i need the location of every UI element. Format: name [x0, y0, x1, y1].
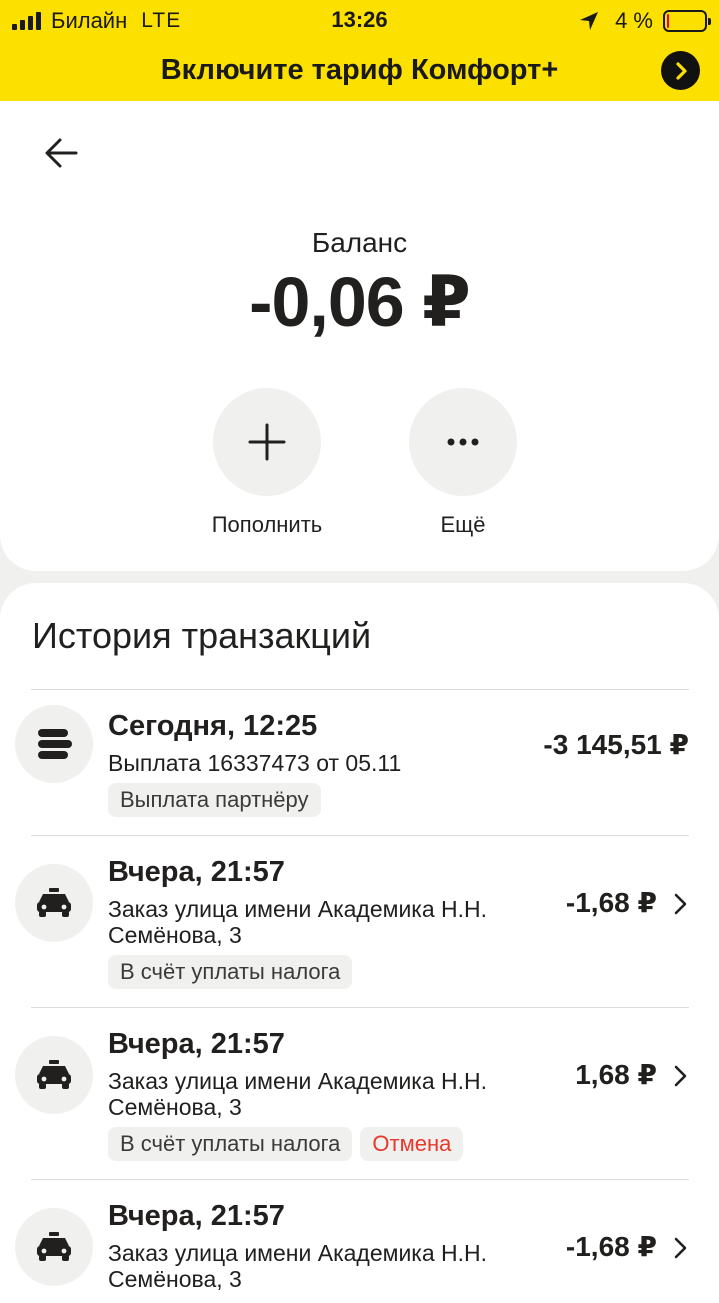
- plus-icon: [248, 423, 286, 461]
- transaction-tag: Выплата партнёру: [108, 783, 321, 817]
- transaction-history-card: История транзакций Сегодня, 12:25 Выплат…: [0, 583, 719, 1303]
- transaction-amount: 1,68 ₽: [575, 1059, 657, 1090]
- transaction-tags: В счёт уплаты налога Отмена: [108, 1127, 464, 1161]
- transaction-row[interactable]: Сегодня, 12:25 Выплата 16337473 от 05.11…: [15, 689, 689, 835]
- transaction-tags: В счёт уплаты налога: [108, 955, 353, 989]
- transaction-tag: В счёт уплаты налога: [108, 955, 353, 989]
- arrow-left-icon: [45, 138, 78, 168]
- wallet-icon: [15, 705, 93, 783]
- taxi-icon: [15, 864, 93, 942]
- transaction-amount: -1,68 ₽: [565, 887, 657, 918]
- promo-arrow-button[interactable]: [661, 51, 700, 90]
- promo-text: Включите тариф Комфорт+: [160, 54, 559, 86]
- battery-level: [667, 14, 669, 28]
- balance-value: -0,06 ₽: [249, 263, 471, 341]
- back-button[interactable]: [40, 131, 84, 175]
- transaction-description: Заказ улица имени Академика Н.Н. Семёнов…: [108, 1240, 488, 1292]
- transaction-date: Вчера, 21:57: [108, 1200, 285, 1232]
- more-action[interactable]: Ещё: [383, 388, 543, 538]
- transaction-tags: Выплата партнёру: [108, 783, 321, 817]
- battery-icon: [663, 10, 711, 32]
- location-arrow-icon: [580, 12, 599, 30]
- transaction-date: Вчера, 21:57: [108, 1028, 285, 1060]
- cancel-tag: Отмена: [360, 1127, 464, 1161]
- history-title: История транзакций: [32, 615, 372, 656]
- top-up-action[interactable]: Пополнить: [187, 388, 347, 538]
- balance-card: Баланс -0,06 ₽ Пополнить Ещё: [0, 101, 719, 571]
- chevron-right-icon[interactable]: [673, 1236, 689, 1260]
- top-yellow-area: Билайн LTE 13:26 4 % Включите тариф Комф…: [0, 0, 719, 101]
- chevron-right-icon[interactable]: [673, 892, 689, 916]
- taxi-icon: [15, 1036, 93, 1114]
- more-button[interactable]: [409, 388, 517, 496]
- top-up-label: Пополнить: [211, 512, 323, 537]
- chevron-right-icon[interactable]: [673, 1064, 689, 1088]
- chevron-right-icon: [675, 61, 687, 80]
- more-dots-icon: [447, 438, 479, 446]
- transaction-row[interactable]: Вчера, 21:57 Заказ улица имени Академика…: [15, 835, 689, 1007]
- top-up-button[interactable]: [213, 388, 321, 496]
- transaction-row[interactable]: Вчера, 21:57 Заказ улица имени Академика…: [15, 1179, 689, 1299]
- taxi-icon: [15, 1208, 93, 1286]
- transaction-row[interactable]: Вчера, 21:57 Заказ улица имени Академика…: [15, 1007, 689, 1179]
- transaction-amount: -3 145,51 ₽: [543, 729, 689, 760]
- more-label: Ещё: [440, 512, 486, 537]
- status-bar: Билайн LTE 13:26 4 %: [0, 0, 719, 40]
- transaction-date: Сегодня, 12:25: [108, 710, 318, 742]
- transaction-description: Выплата 16337473 от 05.11: [108, 750, 402, 776]
- promo-banner[interactable]: Включите тариф Комфорт+: [0, 44, 719, 100]
- transaction-date: Вчера, 21:57: [108, 856, 285, 888]
- balance-label: Баланс: [311, 227, 408, 258]
- transaction-amount: -1,68 ₽: [565, 1231, 657, 1262]
- battery-percent: 4 %: [615, 8, 653, 33]
- transaction-description: Заказ улица имени Академика Н.Н. Семёнов…: [108, 1068, 488, 1120]
- transaction-tag: В счёт уплаты налога: [108, 1127, 353, 1161]
- transaction-description: Заказ улица имени Академика Н.Н. Семёнов…: [108, 896, 488, 948]
